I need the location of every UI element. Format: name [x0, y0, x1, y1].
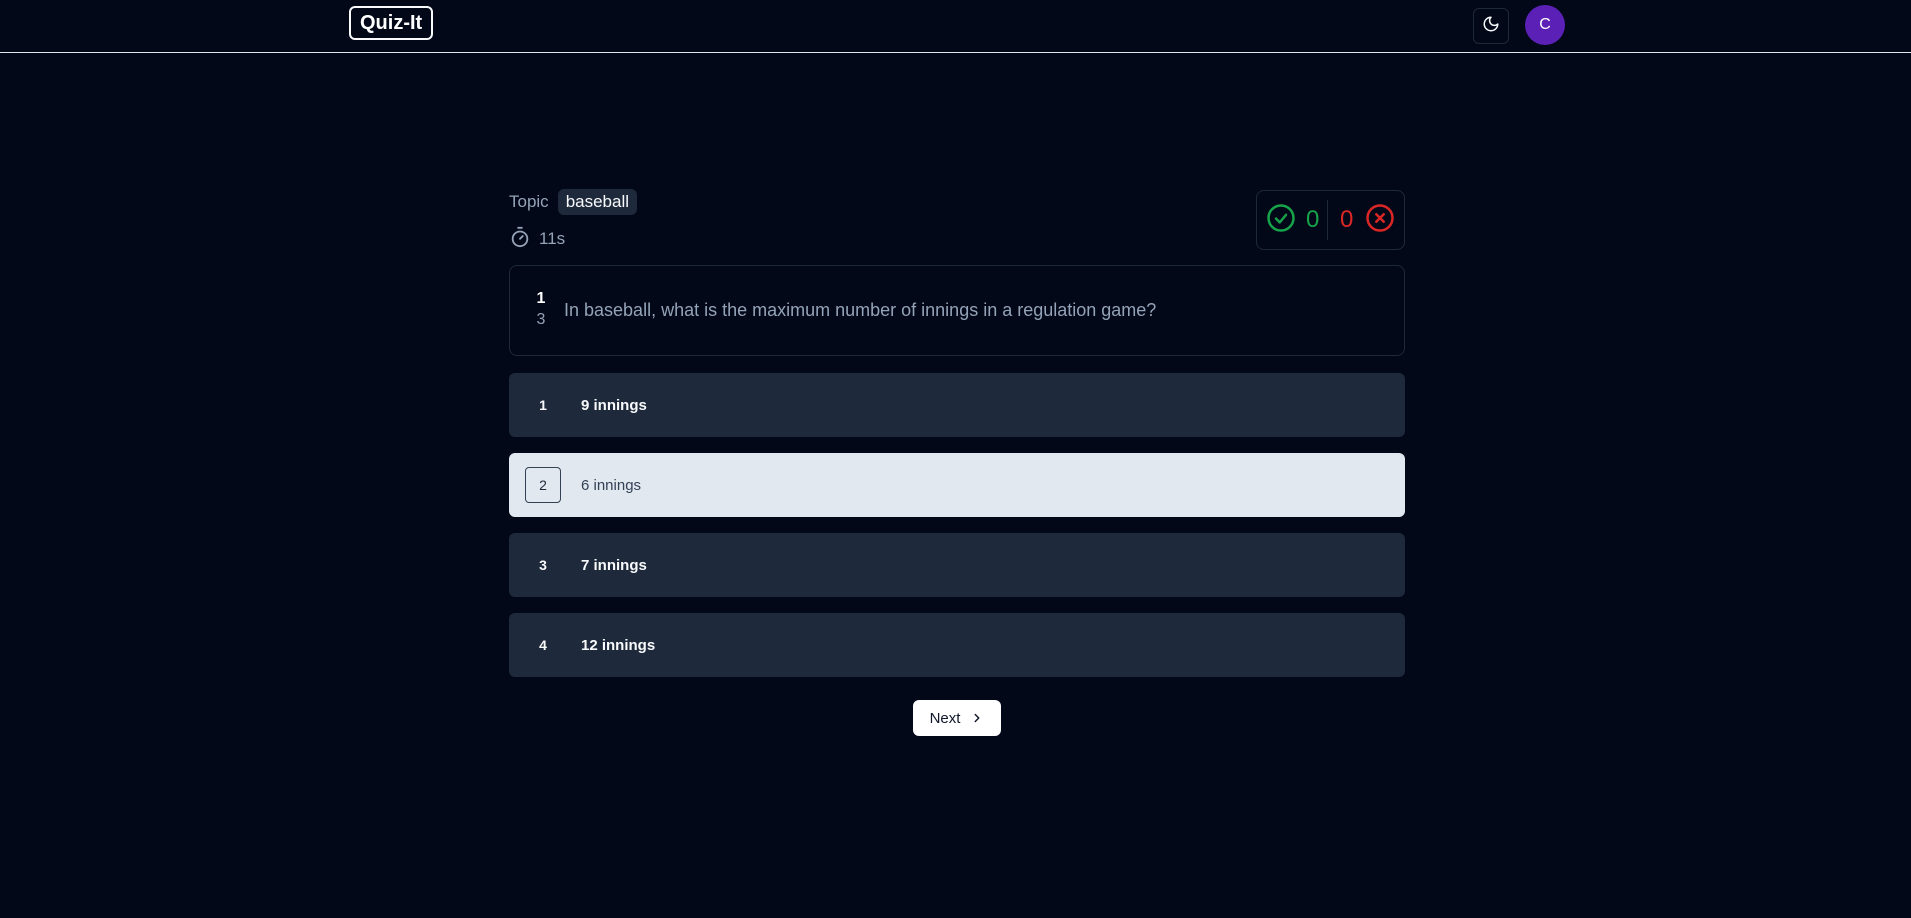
wrong-score: 0	[1328, 191, 1395, 249]
option-text: 7 innings	[581, 556, 647, 574]
moon-icon	[1482, 15, 1500, 38]
score-box: 0 0	[1256, 190, 1405, 250]
correct-score: 0	[1257, 191, 1327, 249]
wrong-count: 0	[1340, 206, 1354, 233]
next-button[interactable]: Next	[913, 700, 1001, 736]
option-text: 6 innings	[581, 476, 642, 494]
avatar[interactable]: C	[1525, 5, 1565, 45]
x-circle-icon	[1365, 203, 1395, 238]
option-text: 12 innings	[581, 636, 656, 654]
question-current: 1	[536, 290, 546, 307]
option-3[interactable]: 3 7 innings	[509, 533, 1405, 597]
option-text: 9 innings	[581, 396, 647, 414]
topic-badge: baseball	[557, 189, 638, 215]
stopwatch-icon	[509, 226, 531, 253]
navbar: Quiz-It C	[0, 0, 1911, 53]
theme-toggle-button[interactable]	[1473, 8, 1509, 44]
logo[interactable]: Quiz-It	[349, 6, 434, 40]
option-1[interactable]: 1 9 innings	[509, 373, 1405, 437]
option-number: 2	[525, 467, 561, 503]
option-number: 4	[539, 637, 547, 653]
topic-row: Topic baseball	[509, 188, 638, 216]
option-4[interactable]: 4 12 innings	[509, 613, 1405, 677]
chevron-right-icon	[970, 711, 984, 725]
question-total: 3	[536, 311, 546, 328]
check-circle-icon	[1266, 203, 1296, 238]
question-text: In baseball, what is the maximum number …	[564, 300, 1157, 320]
option-number: 3	[539, 557, 547, 573]
timer-row: 11s	[509, 226, 565, 252]
question-card: 1 3 In baseball, what is the maximum num…	[509, 265, 1405, 356]
option-number: 1	[539, 397, 547, 413]
correct-count: 0	[1306, 206, 1320, 233]
next-label: Next	[929, 709, 961, 727]
timer-text: 11s	[539, 229, 566, 248]
question-counter: 1 3	[534, 288, 548, 330]
option-2[interactable]: 2 6 innings	[509, 453, 1405, 517]
topic-label: Topic	[509, 192, 549, 211]
